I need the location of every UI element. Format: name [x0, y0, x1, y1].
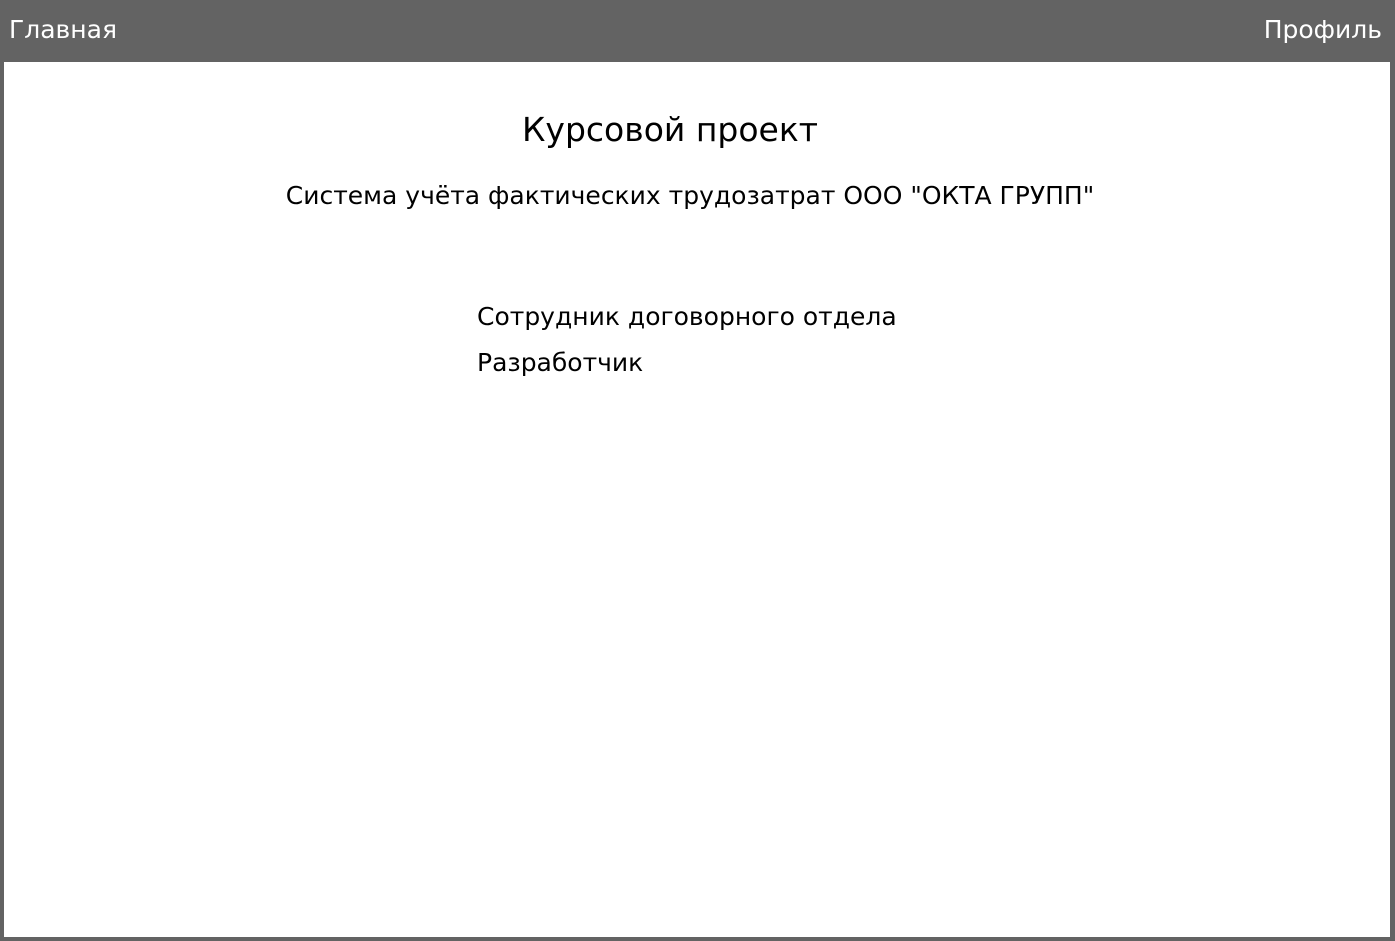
app-window: Главная Профиль Курсовой проект Система … [0, 0, 1395, 941]
top-navigation-bar: Главная Профиль [0, 0, 1395, 62]
role-link-contract-department[interactable]: Сотрудник договорного отдела [477, 300, 897, 346]
nav-profile-link[interactable]: Профиль [1264, 13, 1382, 47]
main-content: Курсовой проект Система учёта фактически… [4, 62, 1390, 937]
role-link-developer[interactable]: Разработчик [477, 346, 897, 392]
page-subtitle: Система учёта фактических трудозатрат ОО… [285, 181, 1095, 210]
page-title: Курсовой проект [522, 110, 818, 149]
nav-home-link[interactable]: Главная [9, 13, 117, 47]
role-list: Сотрудник договорного отдела Разработчик [477, 300, 897, 392]
